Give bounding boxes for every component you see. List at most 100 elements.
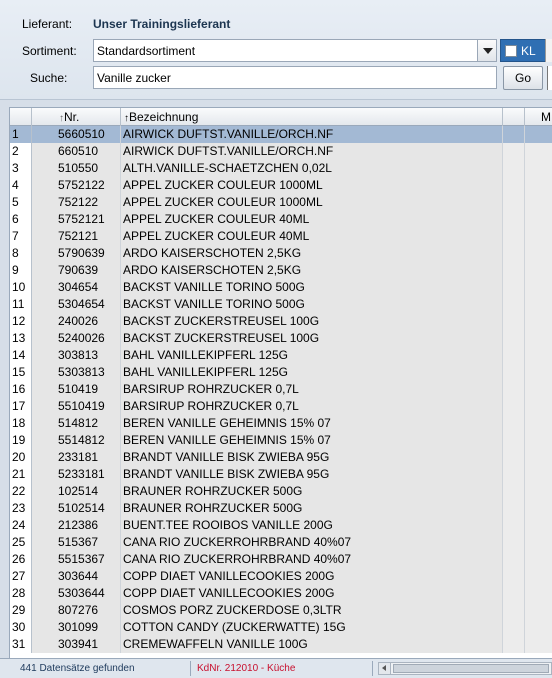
row-index: 3	[10, 160, 32, 177]
cell-nr: 660510	[32, 143, 121, 160]
record-count: 441 Datensätze gefunden	[20, 663, 135, 674]
cell-nr: 240026	[32, 313, 121, 330]
row-index: 19	[10, 432, 32, 449]
cell-extra1	[503, 194, 525, 211]
horizontal-scrollbar[interactable]	[378, 662, 552, 675]
cell-bezeichnung: ALTH.VANILLE-SCHAETZCHEN 0,02L	[121, 160, 503, 177]
column-header-extra2[interactable]: M	[525, 108, 552, 126]
cell-extra2	[525, 126, 552, 143]
table-row[interactable]: 8 5790639 ARDO KAISERSCHOTEN 2,5KG	[10, 245, 552, 262]
table-row[interactable]: 27 303644 COPP DIAET VANILLECOOKIES 200G	[10, 568, 552, 585]
cell-nr: 510550	[32, 160, 121, 177]
cell-extra2	[525, 636, 552, 653]
row-index: 14	[10, 347, 32, 364]
table-row[interactable]: 24 212386 BUENT.TEE ROOIBOS VANILLE 200G	[10, 517, 552, 534]
row-index: 10	[10, 279, 32, 296]
cell-bezeichnung: APPEL ZUCKER COULEUR 1000ML	[121, 177, 503, 194]
column-header-bezeichnung[interactable]: ↑Bezeichnung	[121, 108, 503, 126]
cell-extra2	[525, 568, 552, 585]
table-row[interactable]: 11 5304654 BACKST VANILLE TORINO 500G	[10, 296, 552, 313]
cell-extra2	[525, 279, 552, 296]
table-row[interactable]: 22 102514 BRAUNER ROHRZUCKER 500G	[10, 483, 552, 500]
table-row[interactable]: 25 515367 CANA RIO ZUCKERROHRBRAND 40%07	[10, 534, 552, 551]
table-row[interactable]: 14 303813 BAHL VANILLEKIPFERL 125G	[10, 347, 552, 364]
table-row[interactable]: 23 5102514 BRAUNER ROHRZUCKER 500G	[10, 500, 552, 517]
assortment-select[interactable]: Standardsortiment	[93, 39, 497, 62]
cell-bezeichnung: APPEL ZUCKER COULEUR 1000ML	[121, 194, 503, 211]
table-row[interactable]: 10 304654 BACKST VANILLE TORINO 500G	[10, 279, 552, 296]
grid-rows: 1 5660510 AIRWICK DUFTST.VANILLE/ORCH.NF 2 6…	[10, 126, 552, 653]
cell-bezeichnung: BEREN VANILLE GEHEIMNIS 15% 07	[121, 415, 503, 432]
table-row[interactable]: 7 752121 APPEL ZUCKER COULEUR 40ML	[10, 228, 552, 245]
cell-extra2	[525, 381, 552, 398]
table-row[interactable]: 5 752122 APPEL ZUCKER COULEUR 1000ML	[10, 194, 552, 211]
column-header-extra1[interactable]	[503, 108, 525, 126]
cell-extra1	[503, 381, 525, 398]
table-row[interactable]: 4 5752122 APPEL ZUCKER COULEUR 1000ML	[10, 177, 552, 194]
row-index: 27	[10, 568, 32, 585]
row-index: 18	[10, 415, 32, 432]
table-row[interactable]: 29 807276 COSMOS PORZ ZUCKERDOSE 0,3LTR	[10, 602, 552, 619]
cell-nr: 5752122	[32, 177, 121, 194]
cell-nr: 5240026	[32, 330, 121, 347]
table-row[interactable]: 12 240026 BACKST ZUCKERSTREUSEL 100G	[10, 313, 552, 330]
table-row[interactable]: 20 233181 BRANDT VANILLE BISK ZWIEBA 95G	[10, 449, 552, 466]
cell-extra2	[525, 245, 552, 262]
cell-extra2	[525, 347, 552, 364]
table-row[interactable]: 18 514812 BEREN VANILLE GEHEIMNIS 15% 07	[10, 415, 552, 432]
cell-extra1	[503, 585, 525, 602]
column-header-nr-label: Nr.	[64, 110, 80, 124]
table-row[interactable]: 15 5303813 BAHL VANILLEKIPFERL 125G	[10, 364, 552, 381]
cell-nr: 5303644	[32, 585, 121, 602]
cell-extra1	[503, 500, 525, 517]
cell-nr: 304654	[32, 279, 121, 296]
go-button[interactable]: Go	[503, 66, 543, 90]
scrollbar-thumb[interactable]	[393, 664, 549, 673]
table-row[interactable]: 16 510419 BARSIRUP ROHRZUCKER 0,7L	[10, 381, 552, 398]
table-row[interactable]: 3 510550 ALTH.VANILLE-SCHAETZCHEN 0,02L	[10, 160, 552, 177]
cell-extra1	[503, 517, 525, 534]
row-index-header	[10, 108, 32, 126]
cell-nr: 790639	[32, 262, 121, 279]
row-index: 30	[10, 619, 32, 636]
cell-bezeichnung: COPP DIAET VANILLECOOKIES 200G	[121, 585, 503, 602]
customer-info: KdNr. 212010 - Küche	[197, 663, 296, 674]
row-index: 15	[10, 364, 32, 381]
cell-extra1	[503, 398, 525, 415]
cell-extra2	[525, 330, 552, 347]
cell-nr: 303813	[32, 347, 121, 364]
search-input[interactable]	[93, 66, 497, 89]
table-row[interactable]: 13 5240026 BACKST ZUCKERSTREUSEL 100G	[10, 330, 552, 347]
column-header-extra2-label: M	[541, 110, 551, 124]
table-row[interactable]: 6 5752121 APPEL ZUCKER COULEUR 40ML	[10, 211, 552, 228]
table-row[interactable]: 26 5515367 CANA RIO ZUCKERROHRBRAND 40%07	[10, 551, 552, 568]
cell-nr: 5303813	[32, 364, 121, 381]
table-row[interactable]: 17 5510419 BARSIRUP ROHRZUCKER 0,7L	[10, 398, 552, 415]
status-divider	[372, 661, 373, 676]
table-row[interactable]: 19 5514812 BEREN VANILLE GEHEIMNIS 15% 07	[10, 432, 552, 449]
table-row[interactable]: 31 303941 CREMEWAFFELN VANILLE 100G	[10, 636, 552, 653]
cell-extra2	[525, 364, 552, 381]
scroll-left-icon[interactable]	[379, 663, 391, 674]
table-row[interactable]: 30 301099 COTTON CANDY (ZUCKERWATTE) 15G	[10, 619, 552, 636]
table-row[interactable]: 28 5303644 COPP DIAET VANILLECOOKIES 200G	[10, 585, 552, 602]
cell-extra2	[525, 432, 552, 449]
supplier-value: Unser Trainingslieferant	[93, 17, 231, 31]
cell-nr: 5102514	[32, 500, 121, 517]
table-row[interactable]: 1 5660510 AIRWICK DUFTST.VANILLE/ORCH.NF	[10, 126, 552, 143]
row-index: 2	[10, 143, 32, 160]
cell-extra1	[503, 177, 525, 194]
cell-bezeichnung: ARDO KAISERSCHOTEN 2,5KG	[121, 245, 503, 262]
cell-extra1	[503, 228, 525, 245]
cell-nr: 5515367	[32, 551, 121, 568]
cell-extra1	[503, 313, 525, 330]
row-index: 25	[10, 534, 32, 551]
kl-checkbox[interactable]	[505, 45, 517, 57]
table-row[interactable]: 2 660510 AIRWICK DUFTST.VANILLE/ORCH.NF	[10, 143, 552, 160]
table-row[interactable]: 21 5233181 BRANDT VANILLE BISK ZWIEBA 95G	[10, 466, 552, 483]
table-row[interactable]: 9 790639 ARDO KAISERSCHOTEN 2,5KG	[10, 262, 552, 279]
chevron-down-icon[interactable]	[477, 40, 496, 61]
column-header-nr[interactable]: ↑Nr.	[32, 108, 121, 126]
assortment-label: Sortiment:	[22, 44, 77, 58]
cell-bezeichnung: BRAUNER ROHRZUCKER 500G	[121, 500, 503, 517]
